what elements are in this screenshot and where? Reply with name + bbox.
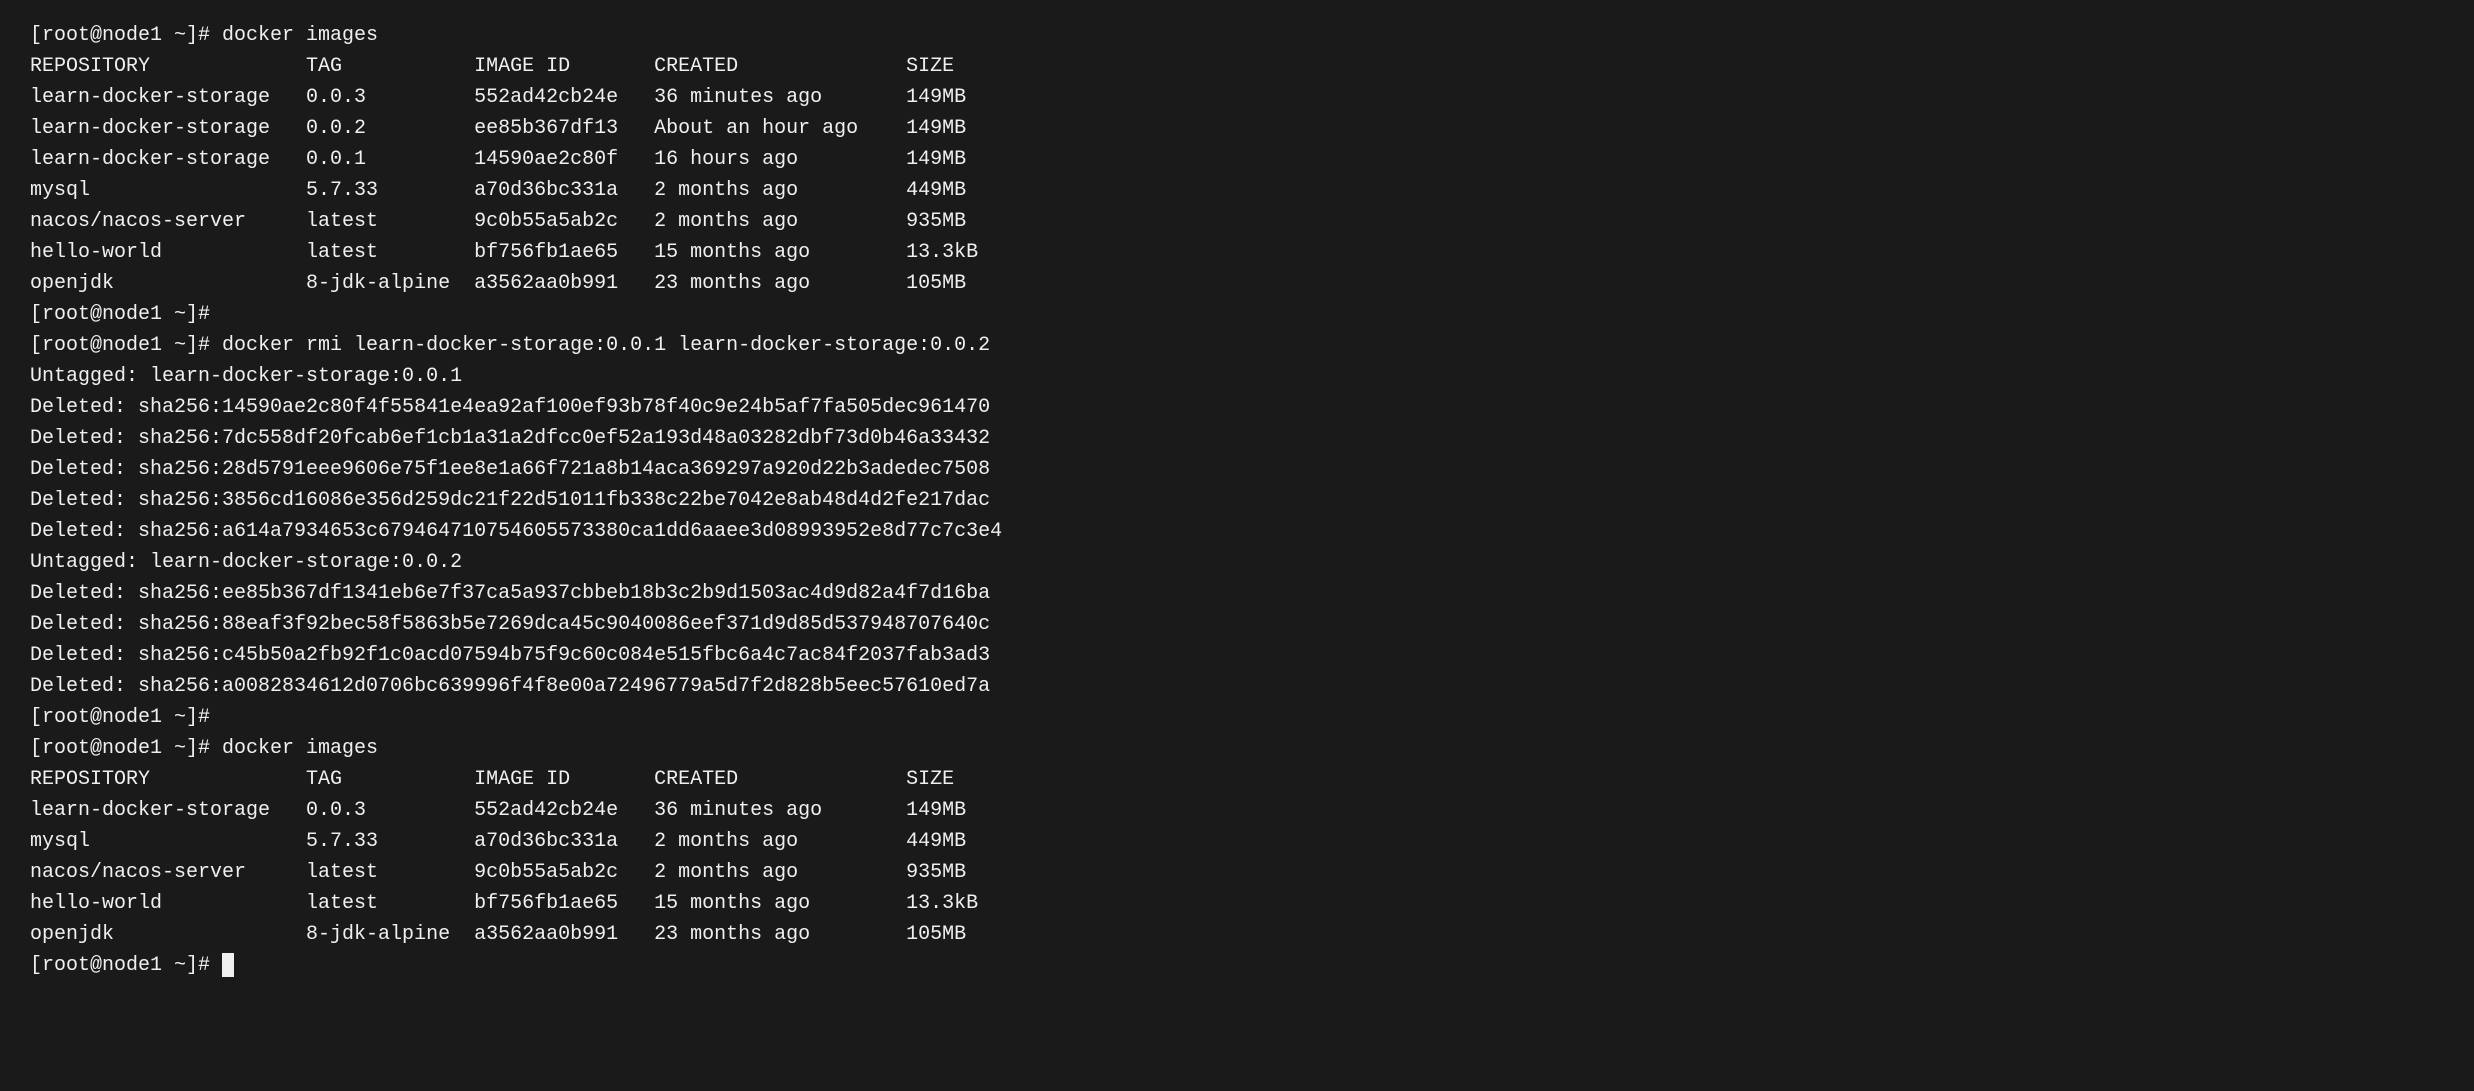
terminal-line: Untagged: learn-docker-storage:0.0.2 (30, 547, 2444, 578)
terminal-line: Untagged: learn-docker-storage:0.0.1 (30, 361, 2444, 392)
terminal-line: Deleted: sha256:28d5791eee9606e75f1ee8e1… (30, 454, 2444, 485)
cursor-block (222, 953, 234, 977)
terminal-line: [root@node1 ~]# docker rmi learn-docker-… (30, 330, 2444, 361)
terminal-line: Deleted: sha256:a614a7934653c67946471075… (30, 516, 2444, 547)
terminal-line: [root@node1 ~]# (30, 299, 2444, 330)
terminal-line: [root@node1 ~]# (30, 950, 2444, 981)
terminal-line: [root@node1 ~]# docker images (30, 20, 2444, 51)
terminal-line: nacos/nacos-server latest 9c0b55a5ab2c 2… (30, 857, 2444, 888)
terminal-line: hello-world latest bf756fb1ae65 15 month… (30, 237, 2444, 268)
terminal-line: hello-world latest bf756fb1ae65 15 month… (30, 888, 2444, 919)
prompt-text: [root@node1 ~]# (30, 954, 222, 977)
terminal-window: [root@node1 ~]# docker imagesREPOSITORY … (30, 20, 2444, 981)
terminal-line: nacos/nacos-server latest 9c0b55a5ab2c 2… (30, 206, 2444, 237)
terminal-line: mysql 5.7.33 a70d36bc331a 2 months ago 4… (30, 826, 2444, 857)
terminal-line: [root@node1 ~]# (30, 702, 2444, 733)
terminal-line: Deleted: sha256:88eaf3f92bec58f5863b5e72… (30, 609, 2444, 640)
terminal-line: openjdk 8-jdk-alpine a3562aa0b991 23 mon… (30, 919, 2444, 950)
terminal-line: learn-docker-storage 0.0.2 ee85b367df13 … (30, 113, 2444, 144)
terminal-line: Deleted: sha256:3856cd16086e356d259dc21f… (30, 485, 2444, 516)
terminal-line: Deleted: sha256:7dc558df20fcab6ef1cb1a31… (30, 423, 2444, 454)
terminal-line: Deleted: sha256:ee85b367df1341eb6e7f37ca… (30, 578, 2444, 609)
terminal-line: learn-docker-storage 0.0.3 552ad42cb24e … (30, 82, 2444, 113)
terminal-line: REPOSITORY TAG IMAGE ID CREATED SIZE (30, 764, 2444, 795)
terminal-line: learn-docker-storage 0.0.1 14590ae2c80f … (30, 144, 2444, 175)
terminal-line: openjdk 8-jdk-alpine a3562aa0b991 23 mon… (30, 268, 2444, 299)
terminal-line: Deleted: sha256:c45b50a2fb92f1c0acd07594… (30, 640, 2444, 671)
terminal-line: learn-docker-storage 0.0.3 552ad42cb24e … (30, 795, 2444, 826)
terminal-line: Deleted: sha256:14590ae2c80f4f55841e4ea9… (30, 392, 2444, 423)
terminal-line: mysql 5.7.33 a70d36bc331a 2 months ago 4… (30, 175, 2444, 206)
terminal-line: [root@node1 ~]# docker images (30, 733, 2444, 764)
terminal-line: REPOSITORY TAG IMAGE ID CREATED SIZE (30, 51, 2444, 82)
terminal-line: Deleted: sha256:a0082834612d0706bc639996… (30, 671, 2444, 702)
